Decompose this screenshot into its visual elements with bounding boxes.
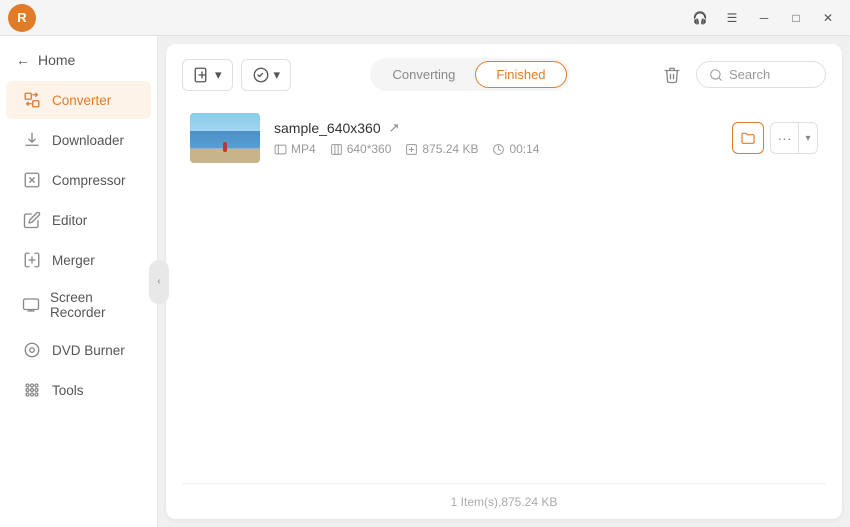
chevron-down-icon: ▾ xyxy=(805,133,810,144)
file-item: sample_640x360 ↗ MP4 640*360 xyxy=(182,103,826,173)
app-body: ← Home Converter Downloader Compressor xyxy=(0,36,850,527)
converter-icon xyxy=(22,90,42,110)
file-thumbnail xyxy=(190,113,260,163)
thumb-person xyxy=(223,142,227,152)
minimize-button[interactable]: ─ xyxy=(750,4,778,32)
sidebar-item-screen-recorder[interactable]: Screen Recorder xyxy=(6,281,151,329)
sidebar-item-compressor[interactable]: Compressor xyxy=(6,161,151,199)
tabs: Converting Finished xyxy=(370,58,570,91)
downloader-label: Downloader xyxy=(52,133,124,148)
folder-icon xyxy=(740,130,756,146)
editor-label: Editor xyxy=(52,213,87,228)
tools-icon xyxy=(22,380,42,400)
file-resolution-value: 640*360 xyxy=(347,142,392,156)
headphones-button[interactable]: 🎧 xyxy=(686,4,714,32)
delete-button[interactable] xyxy=(656,59,688,91)
search-icon xyxy=(709,68,723,82)
format-icon xyxy=(274,143,287,156)
converter-label: Converter xyxy=(52,93,111,108)
merger-label: Merger xyxy=(52,253,95,268)
file-meta: MP4 640*360 875.24 KB 00:14 xyxy=(274,142,718,156)
compressor-label: Compressor xyxy=(52,173,126,188)
sidebar-toggle[interactable]: ‹ xyxy=(149,260,169,304)
tab-finished[interactable]: Finished xyxy=(475,61,566,88)
delete-icon xyxy=(663,66,681,84)
add-file-icon xyxy=(193,66,211,84)
file-name-row: sample_640x360 ↗ xyxy=(274,120,718,136)
search-placeholder: Search xyxy=(729,67,770,82)
file-format-value: MP4 xyxy=(291,142,316,156)
close-button[interactable]: ✕ xyxy=(814,4,842,32)
avatar: R xyxy=(8,4,36,32)
menu-button[interactable]: ☰ xyxy=(718,4,746,32)
sidebar-item-dvd-burner[interactable]: DVD Burner xyxy=(6,331,151,369)
sidebar-item-downloader[interactable]: Downloader xyxy=(6,121,151,159)
footer-summary: 1 Item(s),875.24 KB xyxy=(451,495,558,509)
file-size: 875.24 KB xyxy=(405,142,478,156)
add-file-button[interactable]: ▾ xyxy=(182,59,233,91)
back-icon: ← xyxy=(16,52,30,68)
convert-button[interactable]: ▾ xyxy=(241,59,292,91)
resolution-icon xyxy=(330,143,343,156)
home-label: Home xyxy=(38,52,75,68)
external-link-icon[interactable]: ↗ xyxy=(389,120,400,136)
dropdown-arrow-button[interactable]: ▾ xyxy=(798,122,818,154)
sidebar: ← Home Converter Downloader Compressor xyxy=(0,36,158,527)
titlebar: R 🎧 ☰ ─ □ ✕ xyxy=(0,0,850,36)
more-options-button[interactable]: ··· xyxy=(770,122,798,154)
screen-recorder-label: Screen Recorder xyxy=(50,290,135,320)
file-size-value: 875.24 KB xyxy=(422,142,478,156)
sidebar-item-editor[interactable]: Editor xyxy=(6,201,151,239)
main-content: ▾ ▾ Converting Finished Search xyxy=(166,44,842,519)
more-icon: ··· xyxy=(778,130,792,146)
size-icon xyxy=(405,143,418,156)
file-list: sample_640x360 ↗ MP4 640*360 xyxy=(182,103,826,483)
action-dropdown: ··· ▾ xyxy=(770,122,818,154)
dvd-burner-label: DVD Burner xyxy=(52,343,125,358)
convert-icon xyxy=(252,66,270,84)
footer: 1 Item(s),875.24 KB xyxy=(182,483,826,519)
dvd-burner-icon xyxy=(22,340,42,360)
screen-recorder-icon xyxy=(22,295,40,315)
downloader-icon xyxy=(22,130,42,150)
open-folder-button[interactable] xyxy=(732,122,764,154)
maximize-button[interactable]: □ xyxy=(782,4,810,32)
add-file-arrow: ▾ xyxy=(215,67,222,83)
merger-icon xyxy=(22,250,42,270)
search-box[interactable]: Search xyxy=(696,61,826,88)
sidebar-item-tools[interactable]: Tools xyxy=(6,371,151,409)
file-info: sample_640x360 ↗ MP4 640*360 xyxy=(274,120,718,156)
file-actions: ··· ▾ xyxy=(732,122,818,154)
sidebar-item-merger[interactable]: Merger xyxy=(6,241,151,279)
tab-converting[interactable]: Converting xyxy=(373,62,476,87)
file-duration: 00:14 xyxy=(492,142,539,156)
file-name: sample_640x360 xyxy=(274,120,381,136)
file-format: MP4 xyxy=(274,142,316,156)
tools-label: Tools xyxy=(52,383,84,398)
file-resolution: 640*360 xyxy=(330,142,392,156)
compressor-icon xyxy=(22,170,42,190)
duration-icon xyxy=(492,143,505,156)
sidebar-item-converter[interactable]: Converter xyxy=(6,81,151,119)
convert-arrow: ▾ xyxy=(274,67,281,83)
sidebar-home[interactable]: ← Home xyxy=(0,44,157,80)
editor-icon xyxy=(22,210,42,230)
file-duration-value: 00:14 xyxy=(509,142,539,156)
toolbar: ▾ ▾ Converting Finished Search xyxy=(182,58,826,91)
